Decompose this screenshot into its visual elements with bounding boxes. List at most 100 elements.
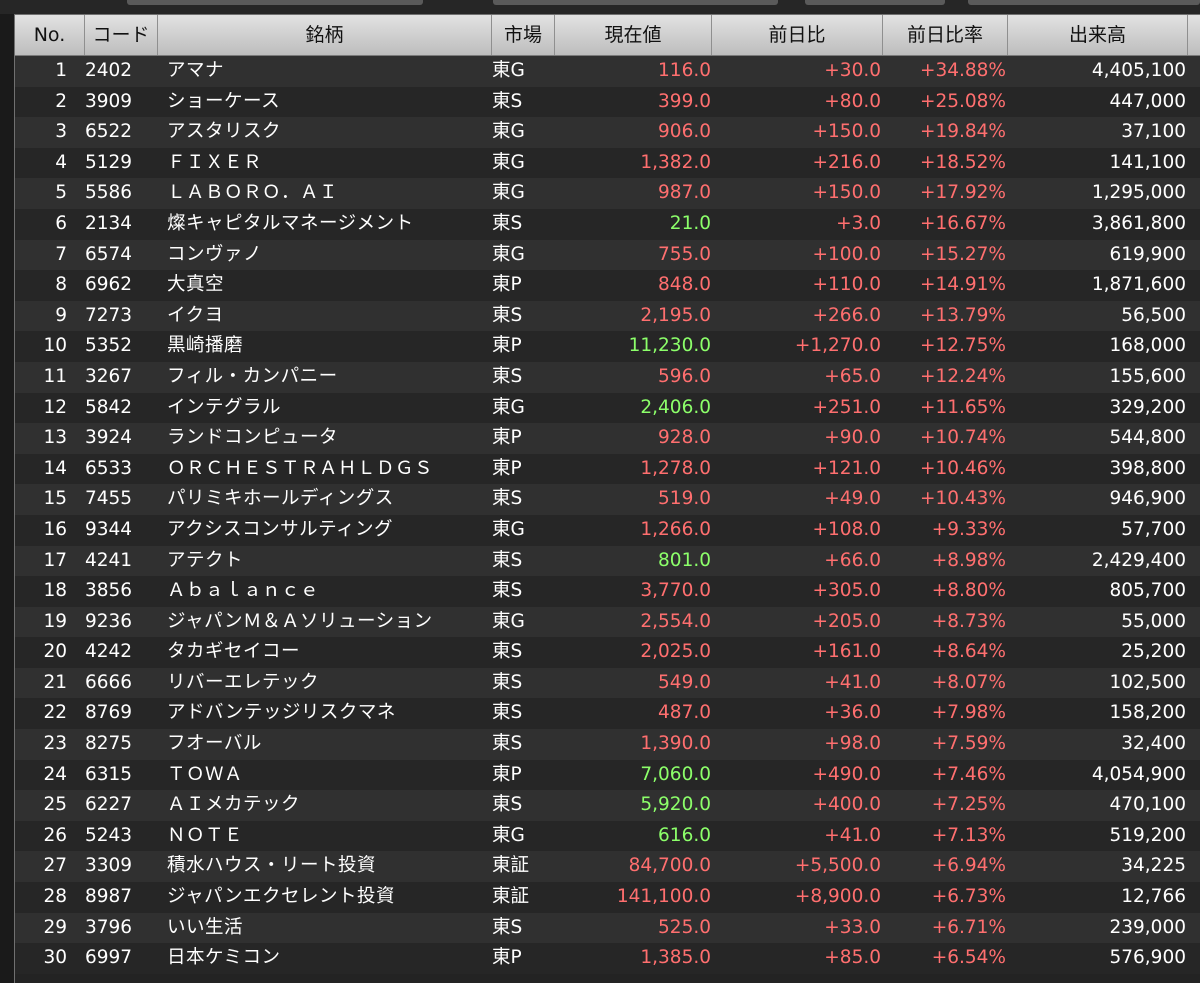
column-header-name[interactable]: 銘柄 <box>158 15 492 55</box>
market: 東S <box>492 733 523 755</box>
column-header-change-pct[interactable]: 前日比率 <box>883 15 1008 55</box>
table-row[interactable]: 24 6315 ＴＯＷＡ 東P 7,060.0 +490.0 +7.46% 4,054,900 <box>15 759 1200 791</box>
table-row[interactable]: 13 3924 ランドコンピュータ 東P 928.0 +90.0 +10.74% 544,80… <box>15 423 1200 454</box>
stock-code: 3796 <box>85 916 133 938</box>
current-price: 1,278.0 <box>640 457 711 479</box>
stock-code: 3267 <box>85 365 133 387</box>
price-change: +110.0 <box>812 274 881 296</box>
toolbar-tab-1[interactable] <box>127 0 423 5</box>
price-change: +150.0 <box>812 182 881 204</box>
table-row[interactable]: 1 2402 アマナ 東G 116.0 +30.0 +34.88% 4,405,100 <box>15 56 1200 87</box>
volume: 3,861,800 <box>1091 212 1186 234</box>
price-change: +100.0 <box>812 243 881 265</box>
stock-name: いい生活 <box>167 916 244 938</box>
stock-name: 積水ハウス・リート投資 <box>167 855 377 877</box>
stock-name: リバーエレテック <box>167 671 320 693</box>
volume: 55,000 <box>1121 610 1186 632</box>
table-row[interactable]: 20 4242 タカギセイコー 東S 2,025.0 +161.0 +8.64% 25,200 <box>15 637 1200 668</box>
volume: 805,700 <box>1109 580 1186 602</box>
change-percent: +13.79% <box>919 304 1006 326</box>
volume: 155,600 <box>1109 365 1186 387</box>
change-percent: +8.07% <box>931 671 1006 693</box>
stock-code: 6533 <box>85 457 133 479</box>
table-row[interactable]: 21 6666 リバーエレテック 東S 549.0 +41.0 +8.07% 102,500 <box>15 667 1200 699</box>
column-header-market[interactable]: 市場 <box>492 15 555 55</box>
column-header-code[interactable]: コード <box>85 15 158 55</box>
table-row[interactable]: 11 3267 フィル・カンパニー 東S 596.0 +65.0 +12.24% 155,60… <box>15 361 1200 393</box>
row-number: 10 <box>43 335 67 357</box>
table-row[interactable]: 27 3309 積水ハウス・リート投資 東証 84,700.0 +5,500.0 +6.94… <box>15 851 1200 883</box>
table-row[interactable]: 9 7273 イクヨ 東S 2,195.0 +266.0 +13.79% 56,500 <box>15 300 1200 332</box>
column-header-extra[interactable] <box>1188 15 1200 55</box>
toolbar-tab-3[interactable] <box>805 0 945 5</box>
stock-name: 大真空 <box>167 274 225 296</box>
current-price: 525.0 <box>658 916 711 938</box>
volume: 470,100 <box>1109 794 1186 816</box>
table-row[interactable]: 28 8987 ジャパンエクセレント投資 東証 141,100.0 +8,900.0 +6.… <box>15 882 1200 913</box>
market: 東P <box>492 947 522 969</box>
table-row[interactable]: 8 6962 大真空 東P 848.0 +110.0 +14.91% 1,871,600 <box>15 270 1200 301</box>
table-row[interactable]: 26 5243 ＮＯＴＥ 東G 616.0 +41.0 +7.13% 519,200 <box>15 820 1200 852</box>
stock-code: 5243 <box>85 824 133 846</box>
column-header-change[interactable]: 前日比 <box>712 15 883 55</box>
price-change: +251.0 <box>812 396 881 418</box>
stock-name: アクシスコンサルティング <box>167 518 393 540</box>
volume: 447,000 <box>1109 90 1186 112</box>
table-row[interactable]: 7 6574 コンヴァノ 東G 755.0 +100.0 +15.27% 619,900 <box>15 239 1200 271</box>
column-header-price[interactable]: 現在値 <box>555 15 712 55</box>
change-percent: +7.13% <box>931 824 1006 846</box>
volume: 141,100 <box>1109 151 1186 173</box>
row-number: 12 <box>43 396 67 418</box>
price-change: +266.0 <box>812 304 881 326</box>
table-row[interactable]: 15 7455 パリミキホールディングス 東S 519.0 +49.0 +10.43% 946… <box>15 484 1200 515</box>
table-row[interactable]: 14 6533 ＯＲＣＨＥＳＴＲＡＨＬＤＧＳ 東P 1,278.0 +121.0 +10.4… <box>15 453 1200 485</box>
change-percent: +11.65% <box>919 396 1006 418</box>
row-number: 20 <box>43 641 67 663</box>
toolbar-tab-4[interactable] <box>968 0 1200 5</box>
row-number: 19 <box>43 610 67 632</box>
table-row[interactable]: 22 8769 アドバンテッジリスクマネ 東S 487.0 +36.0 +7.98% 158,… <box>15 698 1200 730</box>
table-row[interactable]: 2 3909 ショーケース 東S 399.0 +80.0 +25.08% 447,000 <box>15 86 1200 118</box>
table-row[interactable]: 23 8275 フオーバル 東S 1,390.0 +98.0 +7.59% 32,400 <box>15 729 1200 760</box>
column-header-volume[interactable]: 出来高 <box>1008 15 1188 55</box>
table-row[interactable]: 3 6522 アスタリスク 東G 906.0 +150.0 +19.84% 37,100 <box>15 117 1200 148</box>
table-row[interactable]: 6 2134 燦キャピタルマネージメント 東S 21.0 +3.0 +16.67% 3,861… <box>15 208 1200 240</box>
table-row[interactable]: 16 9344 アクシスコンサルティング 東G 1,266.0 +108.0 +9.33% 5… <box>15 514 1200 546</box>
stock-code: 9344 <box>85 518 133 540</box>
table-row[interactable]: 30 6997 日本ケミコン 東P 1,385.0 +85.0 +6.54% 576,900 <box>15 943 1200 974</box>
price-change: +66.0 <box>824 549 881 571</box>
market: 東S <box>492 794 523 816</box>
table-row[interactable]: 12 5842 インテグラル 東G 2,406.0 +251.0 +11.65% 329,20… <box>15 392 1200 424</box>
stock-name: ショーケース <box>167 90 281 112</box>
row-number: 30 <box>43 947 67 969</box>
table-row[interactable]: 29 3796 いい生活 東S 525.0 +33.0 +6.71% 239,000 <box>15 912 1200 944</box>
stock-code: 6666 <box>85 671 133 693</box>
table-row[interactable]: 10 5352 黒崎播磨 東P 11,230.0 +1,270.0 +12.75% 168,0… <box>15 331 1200 362</box>
market: 東P <box>492 457 522 479</box>
table-row[interactable]: 4 5129 ＦＩＸＥＲ 東G 1,382.0 +216.0 +18.52% 141,100 <box>15 147 1200 179</box>
volume: 576,900 <box>1109 947 1186 969</box>
price-change: +121.0 <box>812 457 881 479</box>
volume: 946,900 <box>1109 488 1186 510</box>
stock-name: ＯＲＣＨＥＳＴＲＡＨＬＤＧＳ <box>167 457 434 479</box>
current-price: 549.0 <box>658 671 711 693</box>
stock-code: 6997 <box>85 947 133 969</box>
volume: 544,800 <box>1109 427 1186 449</box>
table-row[interactable]: 5 5586 ＬＡＢＯＲＯ．ＡＩ 東G 987.0 +150.0 +17.92% 1,295,… <box>15 178 1200 209</box>
table-row[interactable]: 17 4241 アテクト 東S 801.0 +66.0 +8.98% 2,429,400 <box>15 545 1200 577</box>
row-number: 4 <box>55 151 67 173</box>
price-change: +80.0 <box>824 90 881 112</box>
stock-name: フオーバル <box>167 733 262 755</box>
price-change: +8,900.0 <box>794 886 881 908</box>
table-row[interactable]: 25 6227 ＡＩメカテック 東S 5,920.0 +400.0 +7.25% 470,10… <box>15 790 1200 821</box>
change-percent: +7.98% <box>931 702 1006 724</box>
change-percent: +12.24% <box>919 365 1006 387</box>
change-percent: +9.33% <box>931 518 1006 540</box>
market: 東証 <box>492 855 530 877</box>
market: 東G <box>492 824 525 846</box>
table-row[interactable]: 18 3856 Ａｂａｌａｎｃｅ 東S 3,770.0 +305.0 +8.80% 805,7… <box>15 576 1200 607</box>
volume: 168,000 <box>1109 335 1186 357</box>
column-header-no[interactable]: No. <box>15 15 85 55</box>
toolbar-tab-2[interactable] <box>493 0 778 5</box>
table-row[interactable]: 19 9236 ジャパンＭ＆Ａソリューション 東G 2,554.0 +205.0 +8.73… <box>15 606 1200 638</box>
